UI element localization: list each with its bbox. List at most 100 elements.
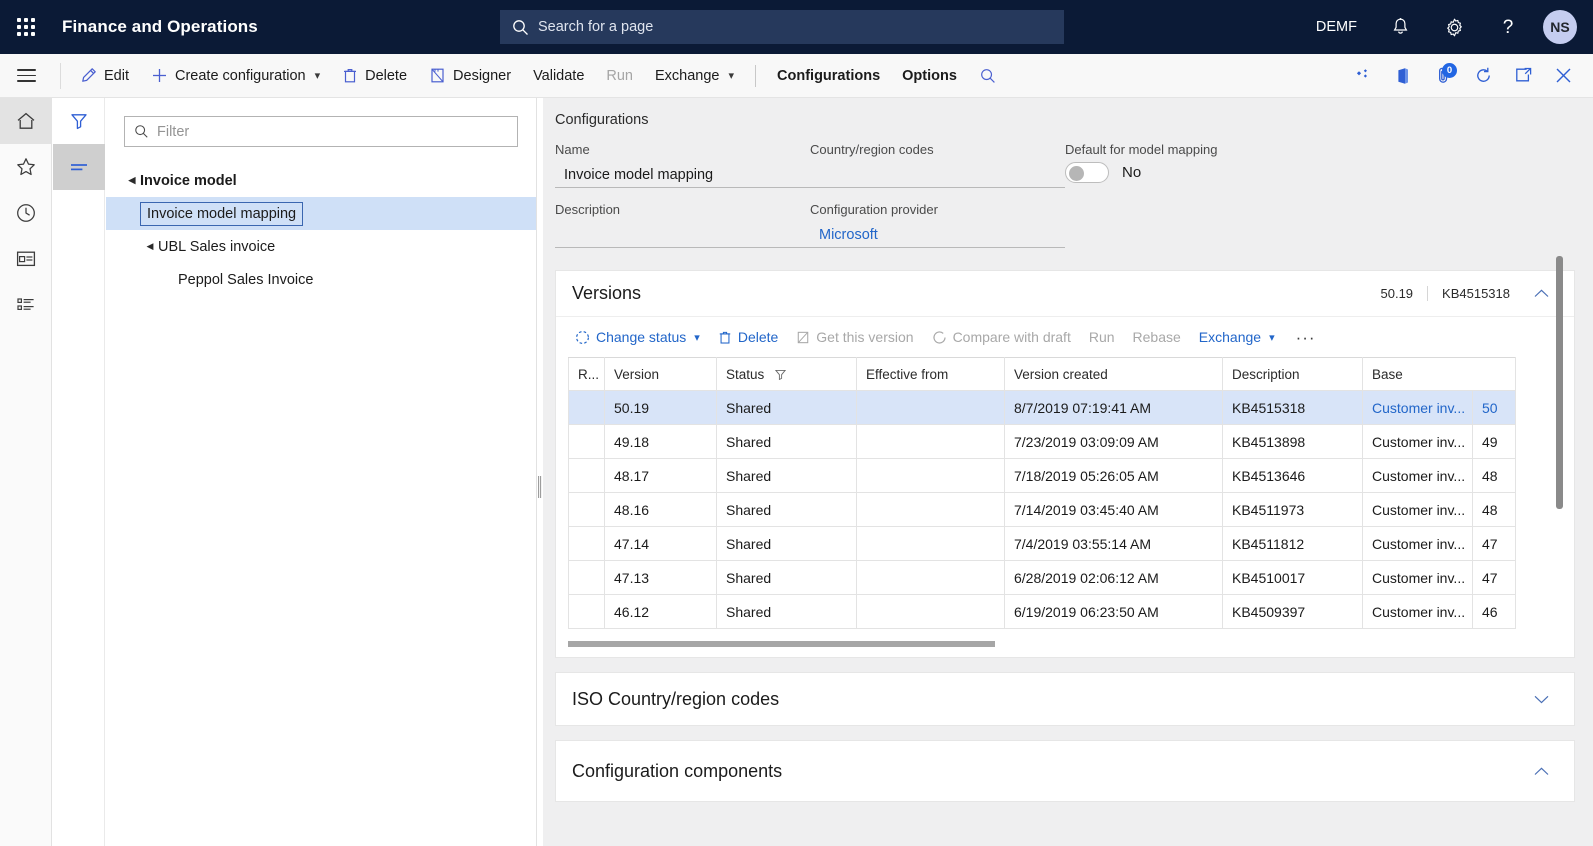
column-header-version-created[interactable]: Version created [1004, 357, 1223, 391]
cell-base[interactable]: Customer inv... [1362, 492, 1473, 527]
versions-exchange-button[interactable]: Exchange ▾ [1190, 317, 1284, 357]
versions-overflow-menu-button[interactable]: ··· [1284, 329, 1328, 346]
tree-node-invoice-model-mapping[interactable]: Invoice model mapping [106, 197, 536, 230]
rebase-button: Rebase [1124, 317, 1190, 357]
personalize-icon[interactable] [1343, 54, 1383, 98]
designer-button[interactable]: Designer [418, 54, 522, 98]
versions-title: Versions [572, 283, 642, 303]
chevron-down-icon: ▾ [728, 70, 735, 82]
compare-with-draft-label: Compare with draft [952, 329, 1071, 345]
tree-node-peppol-sales-invoice[interactable]: Peppol Sales Invoice [106, 263, 536, 296]
country-field-value[interactable] [810, 162, 1065, 188]
tab-configurations[interactable]: Configurations [766, 54, 891, 98]
column-header-r[interactable]: R... [568, 357, 605, 391]
name-field-value[interactable]: Invoice model mapping [555, 162, 810, 188]
field-row-1: Name Invoice model mapping Country/regio… [555, 142, 1593, 188]
column-header-base[interactable]: Base [1362, 357, 1516, 391]
cell-base[interactable]: Customer inv... [1362, 458, 1473, 493]
notifications-icon[interactable] [1373, 0, 1427, 54]
user-avatar[interactable]: NS [1543, 10, 1577, 44]
delete-button[interactable]: Delete [331, 54, 418, 98]
tree-filter-input[interactable]: Filter [124, 116, 518, 147]
cell-description: KB4510017 [1222, 560, 1363, 595]
cell-base-number: 48 [1472, 458, 1516, 493]
expand-triangle-icon[interactable]: ◀ [124, 175, 140, 186]
splitter-grip[interactable] [538, 476, 542, 498]
filter-funnel-icon[interactable] [53, 98, 105, 144]
table-row[interactable]: 50.19 Shared 8/7/2019 07:19:41 AM KB4515… [568, 390, 1516, 425]
sidebar-item-workspaces[interactable] [0, 236, 52, 282]
cell-base[interactable]: Customer inv... [1362, 560, 1473, 595]
column-header-description[interactable]: Description [1222, 357, 1363, 391]
tree-node-invoice-model[interactable]: ◀ Invoice model [106, 164, 536, 197]
cell-base[interactable]: Customer inv... [1362, 424, 1473, 459]
help-icon[interactable]: ? [1481, 0, 1535, 54]
description-field-label: Description [555, 202, 621, 217]
settings-gear-icon[interactable] [1427, 0, 1481, 54]
refresh-icon[interactable] [1463, 54, 1503, 98]
provider-field-value[interactable]: Microsoft [810, 222, 1065, 248]
app-launcher-waffle-icon[interactable] [0, 0, 52, 54]
cell-base-number: 50 [1472, 390, 1516, 425]
versions-delete-button[interactable]: Delete [709, 317, 787, 357]
versions-summary-version: 50.19 [1380, 286, 1414, 301]
exchange-button[interactable]: Exchange ▾ [644, 54, 745, 98]
versions-card-header: Versions 50.19 KB4515318 [556, 271, 1574, 317]
expand-triangle-icon[interactable]: ◀ [142, 241, 158, 252]
grid-horizontal-scrollbar-thumb[interactable] [568, 641, 995, 647]
column-header-status[interactable]: Status [716, 357, 857, 391]
sidebar-item-favorites[interactable] [0, 144, 52, 190]
trash-icon [342, 67, 358, 84]
default-model-mapping-toggle[interactable] [1065, 162, 1109, 183]
cell-base[interactable]: Customer inv... [1362, 594, 1473, 629]
section-configuration-components[interactable]: Configuration components [555, 740, 1575, 802]
attachments-icon[interactable]: 0 [1423, 54, 1463, 98]
grid-horizontal-scrollbar[interactable] [568, 635, 1562, 653]
close-icon[interactable] [1543, 54, 1583, 98]
table-row[interactable]: 48.17 Shared 7/18/2019 05:26:05 AM KB451… [568, 458, 1516, 493]
versions-collapse-chevron-up-icon[interactable] [1524, 289, 1558, 298]
column-header-version[interactable]: Version [604, 357, 717, 391]
edit-button[interactable]: Edit [69, 54, 140, 98]
company-selector[interactable]: DEMF [1300, 19, 1373, 35]
compare-with-draft-button: Compare with draft [923, 317, 1080, 357]
table-row[interactable]: 47.13 Shared 6/28/2019 02:06:12 AM KB451… [568, 560, 1516, 595]
cell-status: Shared [716, 424, 857, 459]
cell-base[interactable]: Customer inv... [1362, 390, 1473, 425]
change-status-button[interactable]: Change status ▾ [566, 317, 709, 357]
default-model-mapping-group: Default for model mapping No [1065, 142, 1320, 188]
command-search-icon[interactable] [968, 54, 1008, 98]
global-search-input[interactable]: Search for a page [500, 10, 1064, 44]
column-header-effective-from[interactable]: Effective from [856, 357, 1005, 391]
content-vertical-scrollbar[interactable] [1556, 256, 1563, 509]
sidebar-item-modules[interactable] [0, 282, 52, 328]
cell-version: 48.16 [604, 492, 717, 527]
cell-description: KB4513898 [1222, 424, 1363, 459]
cell-base[interactable]: Customer inv... [1362, 526, 1473, 561]
table-row[interactable]: 47.14 Shared 7/4/2019 03:55:14 AM KB4511… [568, 526, 1516, 561]
navigation-menu-hamburger-icon[interactable] [0, 54, 52, 98]
tree-node-ubl-sales-invoice[interactable]: ◀ UBL Sales invoice [106, 230, 536, 263]
validate-button[interactable]: Validate [522, 54, 595, 98]
table-row[interactable]: 46.12 Shared 6/19/2019 06:23:50 AM KB450… [568, 594, 1516, 629]
tree-list-lines-icon[interactable] [53, 144, 105, 190]
create-configuration-button[interactable]: Create configuration ▾ [140, 54, 331, 98]
popout-icon[interactable] [1503, 54, 1543, 98]
table-row[interactable]: 49.18 Shared 7/23/2019 03:09:09 AM KB451… [568, 424, 1516, 459]
description-field-value[interactable] [555, 222, 810, 248]
tree-node-label: Invoice model [140, 172, 237, 189]
section-iso-country-region-codes[interactable]: ISO Country/region codes [555, 672, 1575, 726]
versions-toolbar: Change status ▾ Delete Get this version [556, 317, 1574, 357]
tab-options[interactable]: Options [891, 54, 968, 98]
filter-funnel-icon[interactable] [775, 369, 787, 380]
section-chevron-up-icon[interactable] [1524, 766, 1558, 776]
office-app-icon[interactable] [1383, 54, 1423, 98]
chevron-down-icon: ▾ [314, 70, 321, 82]
section-chevron-down-icon[interactable] [1524, 695, 1558, 704]
sidebar-item-recent[interactable] [0, 190, 52, 236]
versions-run-button: Run [1080, 317, 1124, 357]
validate-button-label: Validate [533, 67, 585, 84]
sidebar-item-home[interactable] [0, 98, 52, 144]
cell-version: 49.18 [604, 424, 717, 459]
table-row[interactable]: 48.16 Shared 7/14/2019 03:45:40 AM KB451… [568, 492, 1516, 527]
